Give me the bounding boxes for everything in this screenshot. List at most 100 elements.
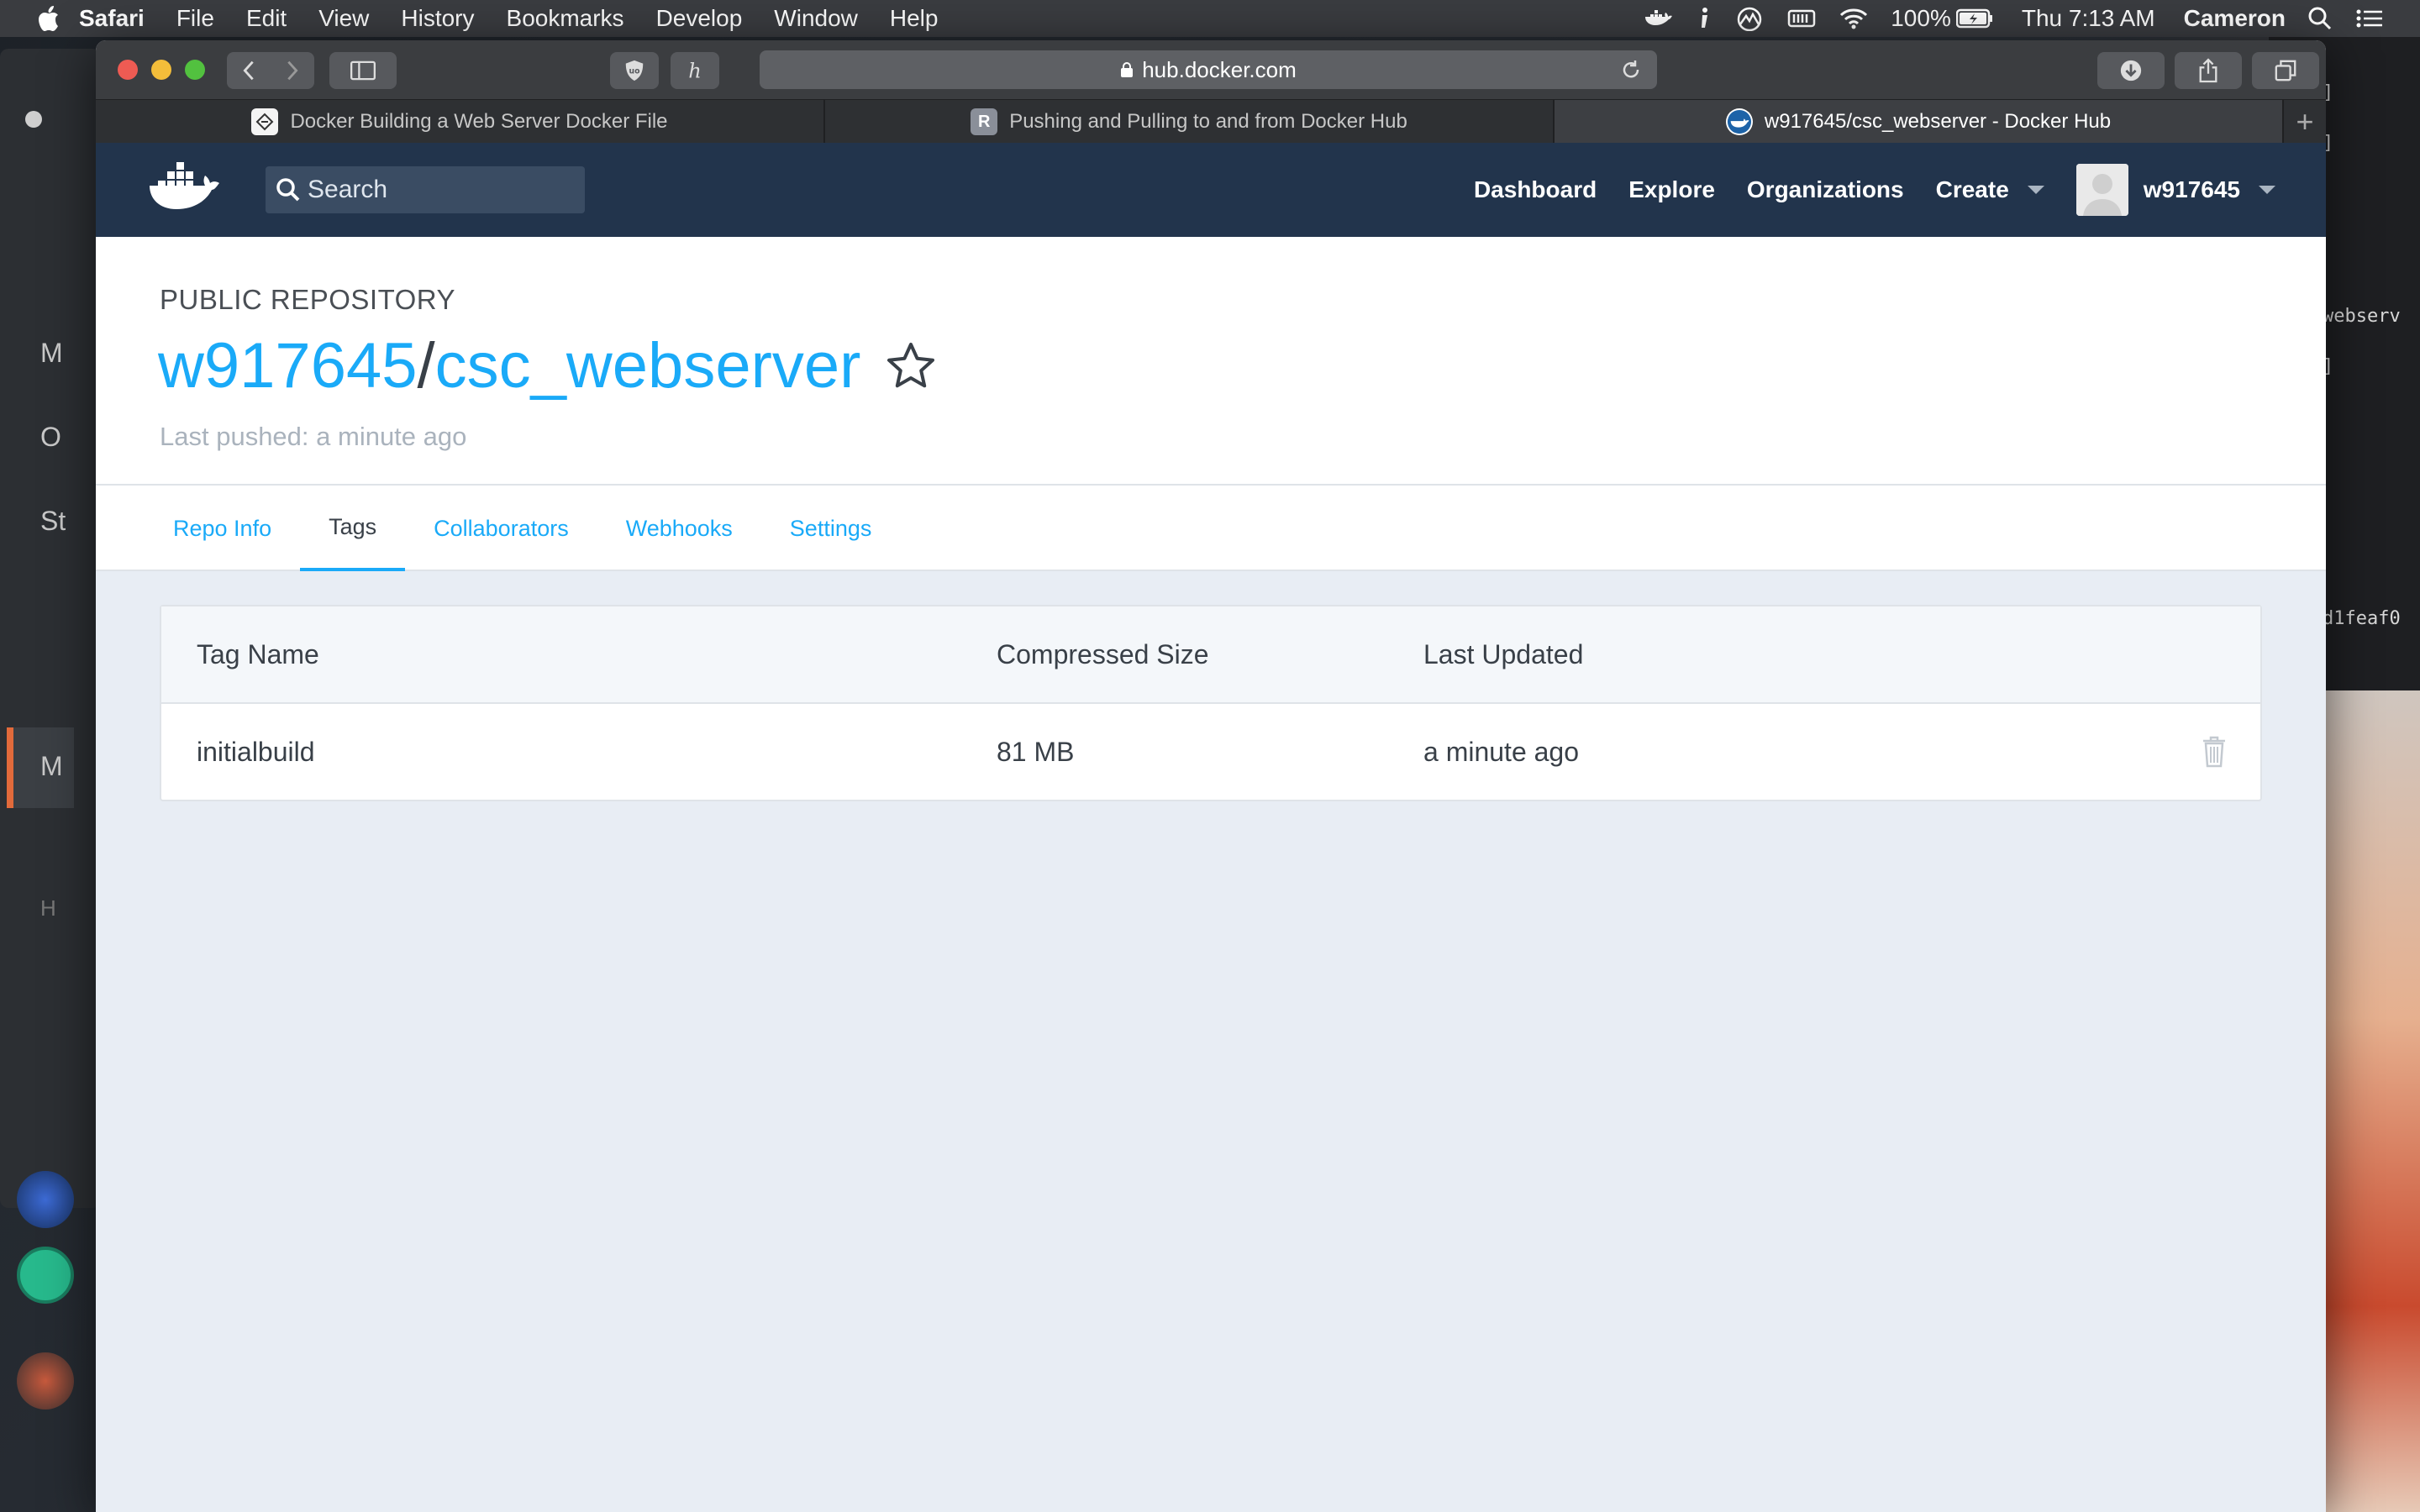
honey-extension-button[interactable]: h [671, 52, 719, 89]
share-icon [2199, 58, 2217, 83]
nav-dashboard-link[interactable]: Dashboard [1474, 176, 1597, 203]
dockerhub-navbar: Search Dashboard Explore Organizations C… [96, 143, 2326, 237]
tab-bar: Docker Building a Web Server Docker File… [96, 99, 2326, 144]
nav-create-label: Create [1935, 176, 2009, 202]
memory-icon[interactable] [1786, 6, 1817, 31]
chevron-down-icon [2259, 186, 2275, 194]
minimize-window-button[interactable] [151, 60, 171, 80]
tab-collaborators[interactable]: Collaborators [405, 486, 597, 571]
reload-icon[interactable] [1620, 59, 1642, 81]
bg-sidebar-letter: H [40, 895, 56, 921]
column-header-last-updated: Last Updated [1423, 638, 1584, 669]
tags-table: Tag Name Compressed Size Last Updated in… [160, 605, 2262, 801]
menu-window[interactable]: Window [774, 5, 858, 32]
forward-icon[interactable] [284, 59, 301, 82]
spotlight-search-icon[interactable] [2307, 6, 2333, 31]
menu-history[interactable]: History [401, 5, 474, 32]
docker-hub-icon [1725, 108, 1753, 135]
docker-doc-icon [251, 108, 279, 135]
ublock-extension-button[interactable]: uo [610, 52, 659, 89]
browser-toolbar: uo h hub.docker.com [96, 40, 2326, 99]
avatar [17, 1352, 74, 1410]
back-icon[interactable] [240, 59, 257, 82]
downloads-button[interactable] [2097, 52, 2165, 89]
browser-tab-active[interactable]: w917645/csc_webserver - Docker Hub [1555, 100, 2284, 144]
table-header: Tag Name Compressed Size Last Updated [161, 606, 2260, 704]
nav-create-dropdown[interactable]: Create [1936, 176, 2044, 203]
search-input[interactable]: Search [266, 166, 585, 213]
avatar [2075, 164, 2128, 216]
last-updated-cell: a minute ago [1423, 736, 1580, 767]
repo-name-link[interactable]: csc_webserver [435, 329, 861, 402]
window-controls [118, 60, 218, 80]
column-header-tag-name: Tag Name [197, 638, 319, 669]
honey-h-icon: h [688, 59, 702, 82]
repo-owner-link[interactable]: w917645 [158, 329, 418, 402]
close-window-button[interactable] [118, 60, 138, 80]
star-icon[interactable] [884, 339, 938, 393]
bg-sidebar-letter: O [40, 422, 61, 452]
repo-tabs: Repo Info Tags Collaborators Webhooks Se… [96, 486, 2326, 571]
tab-overview-button[interactable] [2252, 52, 2319, 89]
lock-icon [1121, 62, 1134, 77]
docker-status-icon[interactable] [1644, 6, 1674, 31]
menu-help[interactable]: Help [890, 5, 939, 32]
user-menu-dropdown[interactable]: w917645 [2075, 164, 2275, 216]
sidebar-icon [350, 60, 376, 81]
tab-webhooks[interactable]: Webhooks [597, 486, 761, 571]
activity-icon[interactable] [1734, 6, 1765, 31]
info-icon[interactable] [1696, 6, 1712, 31]
notification-center-icon[interactable] [2354, 6, 2385, 31]
compressed-size-cell: 81 MB [997, 736, 1075, 767]
repo-title: w917645 / csc_webserver [158, 329, 938, 402]
zoom-window-button[interactable] [185, 60, 205, 80]
menu-bar: Safari File Edit View History Bookmarks … [0, 0, 2420, 37]
menu-user[interactable]: Cameron [2184, 5, 2286, 32]
avatar [17, 1171, 74, 1228]
shield-icon: uo [625, 60, 644, 81]
sidebar-toggle-button[interactable] [329, 52, 397, 89]
terminal-line: d1feaf0 [2323, 608, 2401, 629]
table-row: initialbuild 81 MB a minute ago [161, 704, 2260, 800]
avatar [17, 1247, 74, 1304]
tab-title: Pushing and Pulling to and from Docker H… [1009, 110, 1407, 133]
dockerhub-nav-links: Dashboard Explore Organizations Create w… [1442, 143, 2275, 237]
chevron-down-icon [2027, 186, 2044, 194]
tabs-icon [2275, 60, 2296, 81]
column-header-compressed-size: Compressed Size [997, 638, 1209, 669]
browser-tab[interactable]: R Pushing and Pulling to and from Docker… [825, 100, 1555, 144]
nav-explore-link[interactable]: Explore [1628, 176, 1715, 203]
safari-window: uo h hub.docker.com Docker Building a We… [96, 40, 2326, 1512]
menu-edit[interactable]: Edit [246, 5, 287, 32]
download-icon [2120, 60, 2142, 81]
bg-sidebar-letter: St [40, 506, 66, 536]
menu-clock[interactable]: Thu 7:13 AM [2022, 5, 2155, 32]
tab-settings[interactable]: Settings [761, 486, 901, 571]
apple-icon[interactable] [35, 4, 60, 33]
trash-icon[interactable] [2202, 736, 2227, 768]
username-label: w917645 [2143, 176, 2240, 202]
menu-view[interactable]: View [318, 5, 369, 32]
tab-favicon-r: R [971, 108, 998, 135]
tag-name-cell: initialbuild [197, 736, 315, 767]
new-tab-button[interactable]: + [2284, 100, 2326, 144]
address-bar[interactable]: hub.docker.com [760, 50, 1657, 89]
wifi-icon[interactable] [1839, 6, 1869, 31]
tab-repo-info[interactable]: Repo Info [145, 486, 300, 571]
menu-app-safari[interactable]: Safari [79, 5, 145, 32]
tab-tags[interactable]: Tags [300, 486, 406, 571]
url-text[interactable]: hub.docker.com [1142, 57, 1297, 83]
battery-icon[interactable] [1955, 8, 1993, 29]
battery-percent: 100% [1891, 5, 1951, 31]
menu-bookmarks[interactable]: Bookmarks [507, 5, 624, 32]
menu-file[interactable]: File [176, 5, 214, 32]
nav-organizations-link[interactable]: Organizations [1747, 176, 1904, 203]
menu-develop[interactable]: Develop [656, 5, 743, 32]
share-button[interactable] [2175, 52, 2242, 89]
docker-logo-icon[interactable] [146, 160, 227, 218]
bg-sidebar-letter: M [40, 338, 63, 368]
search-icon [276, 178, 300, 202]
window-dot [25, 111, 42, 128]
browser-tab[interactable]: Docker Building a Web Server Docker File [96, 100, 825, 144]
last-pushed-text: Last pushed: a minute ago [160, 422, 467, 451]
